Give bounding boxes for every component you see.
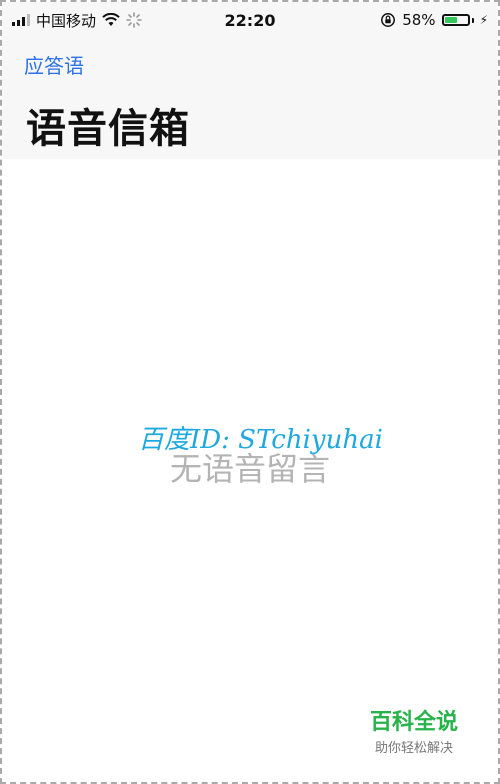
signal-icon	[12, 14, 30, 26]
brand-name: 百科全说	[369, 709, 458, 735]
status-time: 22:20	[224, 10, 276, 30]
charging-icon: ⚡	[479, 13, 488, 27]
wifi-icon	[102, 13, 120, 27]
watermark-brand: 百科全说 助你轻松解决	[369, 709, 458, 756]
orientation-lock-icon	[381, 13, 396, 27]
status-bar: 中国移动 22:20 58% ⚡	[2, 2, 498, 38]
status-right: 58% ⚡	[380, 11, 488, 29]
battery-percent: 58%	[402, 11, 436, 29]
voicemail-list: 无语音留言 百度ID: STchiyuhai 百科全说 助你轻松解决	[2, 159, 498, 782]
carrier-name: 中国移动	[36, 11, 97, 30]
battery-icon	[441, 14, 474, 26]
watermark-id: 百度ID: STchiyuhai	[138, 425, 383, 455]
brand-tagline: 助你轻松解决	[374, 741, 453, 756]
page-title: 语音信箱	[26, 106, 190, 152]
loading-icon	[126, 12, 142, 28]
navigation-bar: 应答语 语音信箱	[2, 38, 498, 160]
greetings-button[interactable]: 应答语	[24, 50, 84, 79]
status-left: 中国移动	[12, 10, 142, 31]
phone-screen: 中国移动 22:20 58% ⚡ 应答语 语音信箱 无语音留言 百度ID: ST…	[0, 0, 500, 784]
